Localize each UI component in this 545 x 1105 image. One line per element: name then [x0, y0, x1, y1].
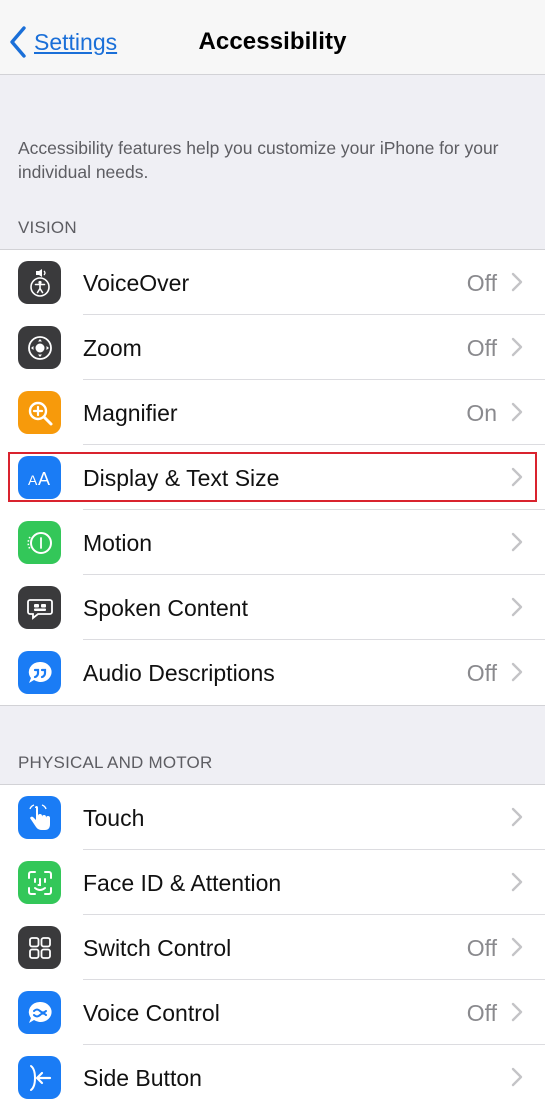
row-label: Magnifier	[83, 400, 178, 426]
row-display-text-size[interactable]: A A Display & Text Size	[0, 445, 545, 510]
row-label: Display & Text Size	[83, 465, 280, 491]
row-label: Zoom	[83, 335, 142, 361]
row-value: Off	[466, 335, 497, 361]
chevron-right-icon	[511, 872, 523, 892]
physical-motor-group: Touch Face ID & Attention Switch Control…	[0, 784, 545, 1105]
section-header-vision: VISION	[18, 218, 77, 237]
row-value: Off	[466, 270, 497, 296]
row-voiceover[interactable]: VoiceOver Off	[0, 250, 545, 315]
spoken-content-icon	[18, 586, 61, 629]
row-label: Touch	[83, 805, 145, 831]
chevron-right-icon	[511, 272, 523, 292]
row-audio-descriptions[interactable]: Audio Descriptions Off	[0, 640, 545, 705]
chevron-right-icon	[511, 662, 523, 682]
row-voice-control[interactable]: Voice Control Off	[0, 980, 545, 1045]
display-text-size-icon: A A	[18, 456, 61, 499]
magnifier-icon	[18, 391, 61, 434]
row-value: Off	[466, 1000, 497, 1026]
chevron-right-icon	[511, 402, 523, 422]
row-label: Spoken Content	[83, 595, 248, 621]
row-label: Side Button	[83, 1065, 202, 1091]
row-side-button[interactable]: Side Button	[0, 1045, 545, 1105]
voice-control-icon	[18, 991, 61, 1034]
row-face-id-attention[interactable]: Face ID & Attention	[0, 850, 545, 915]
touch-icon	[18, 796, 61, 839]
section-header-physical-motor: PHYSICAL AND MOTOR	[18, 753, 213, 772]
row-spoken-content[interactable]: Spoken Content	[0, 575, 545, 640]
row-value: Off	[466, 660, 497, 686]
audio-descriptions-icon	[18, 651, 61, 694]
svg-text:A: A	[28, 472, 38, 488]
chevron-right-icon	[511, 467, 523, 487]
chevron-right-icon	[511, 532, 523, 552]
row-label: VoiceOver	[83, 270, 190, 296]
chevron-right-icon	[511, 807, 523, 827]
page-title: Accessibility	[198, 28, 347, 55]
face-id-icon	[18, 861, 61, 904]
row-label: Switch Control	[83, 935, 232, 961]
row-magnifier[interactable]: Magnifier On	[0, 380, 545, 445]
row-value: On	[466, 400, 497, 426]
chevron-right-icon	[511, 337, 523, 357]
chevron-right-icon	[511, 1067, 523, 1087]
chevron-right-icon	[511, 937, 523, 957]
row-label: Voice Control	[83, 1000, 220, 1026]
row-label: Audio Descriptions	[83, 660, 275, 686]
row-touch[interactable]: Touch	[0, 785, 545, 850]
zoom-icon	[18, 326, 61, 369]
row-value: Off	[466, 935, 497, 961]
chevron-right-icon	[511, 597, 523, 617]
row-zoom[interactable]: Zoom Off	[0, 315, 545, 380]
row-switch-control[interactable]: Switch Control Off	[0, 915, 545, 980]
navigation-bar: Settings Accessibility	[0, 0, 545, 75]
switch-control-icon	[18, 926, 61, 969]
motion-icon	[18, 521, 61, 564]
row-label: Motion	[83, 530, 153, 556]
side-button-icon	[18, 1056, 61, 1099]
row-motion[interactable]: Motion	[0, 510, 545, 575]
chevron-right-icon	[511, 1002, 523, 1022]
vision-group: VoiceOver Off Zoom Off Magnifier On A A …	[0, 249, 545, 706]
voiceover-icon	[18, 261, 61, 304]
intro-description: Accessibility features help you customiz…	[18, 138, 499, 182]
row-label: Face ID & Attention	[83, 870, 282, 896]
svg-text:A: A	[38, 469, 50, 489]
